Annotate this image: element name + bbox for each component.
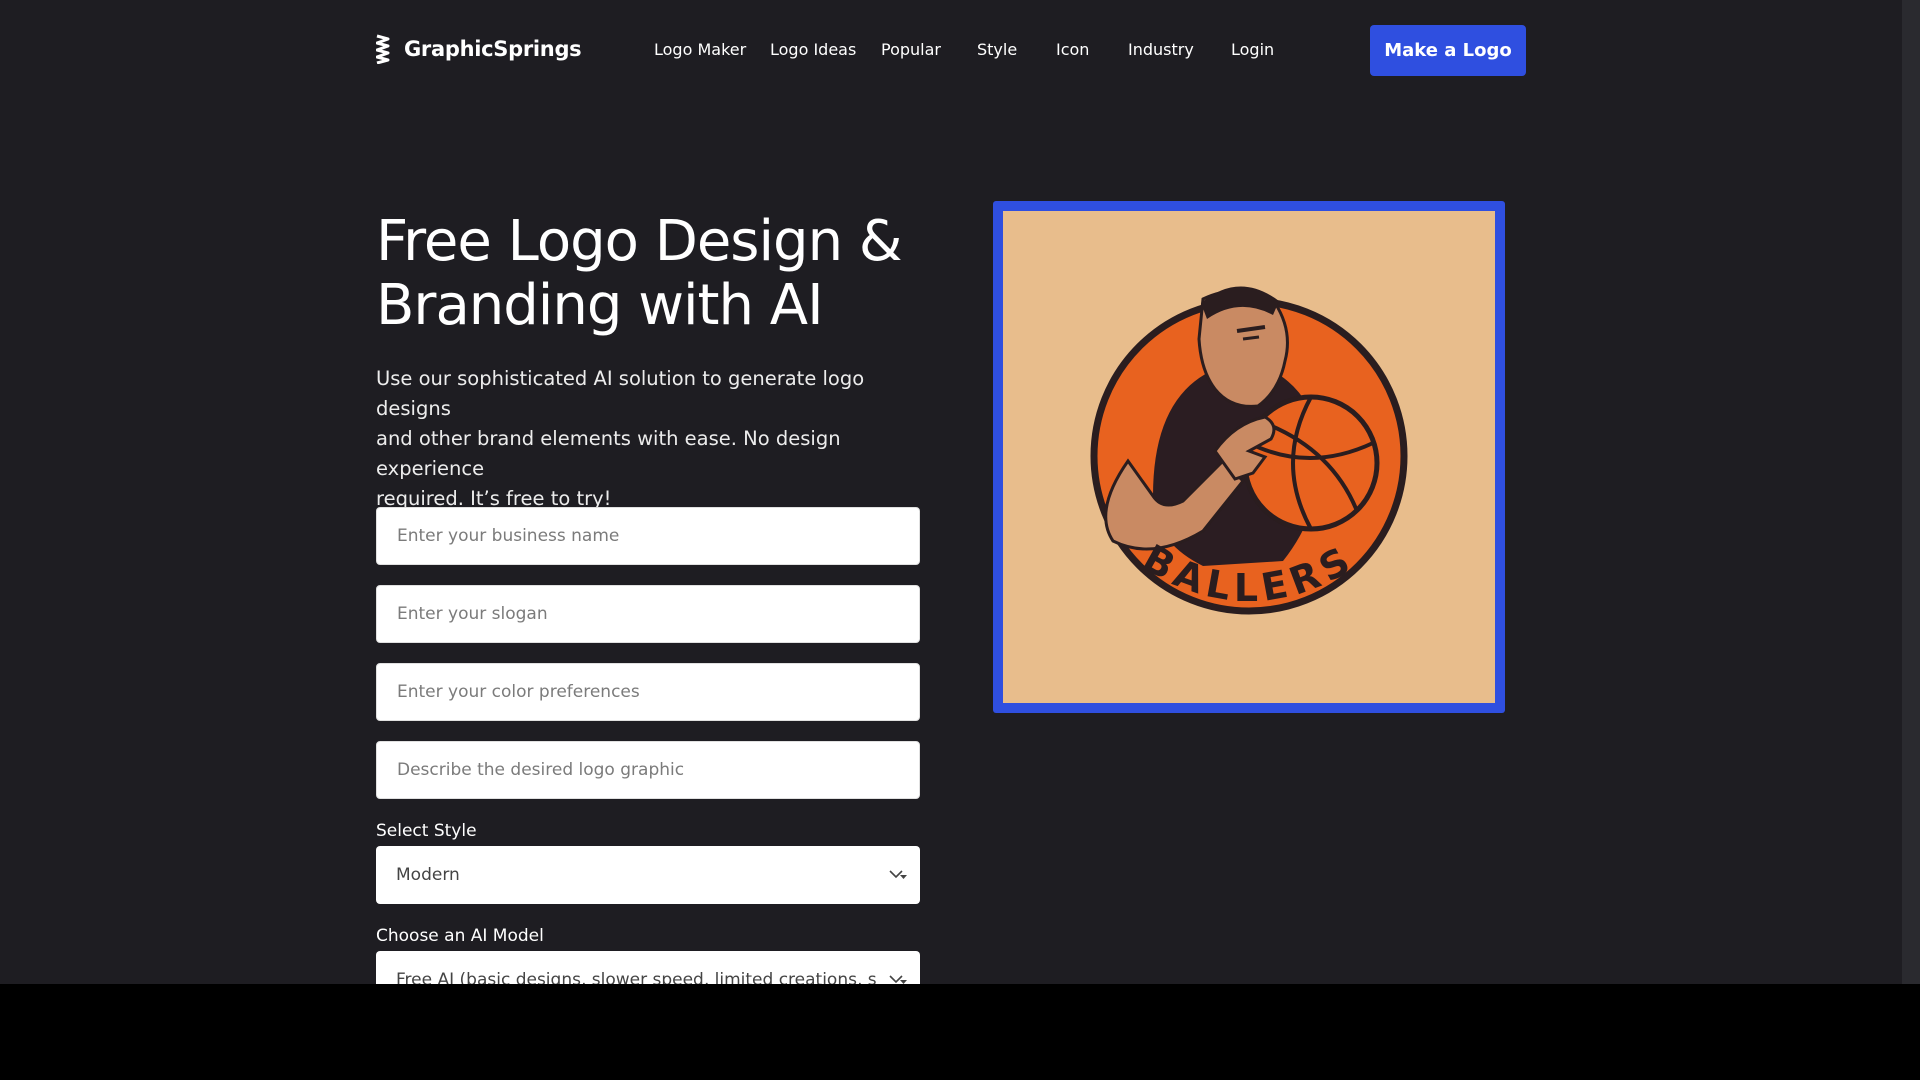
- title-line-2: Branding with AI: [376, 273, 824, 338]
- nav-login[interactable]: Login: [1231, 40, 1274, 59]
- brand-logo[interactable]: GraphicSprings: [376, 34, 582, 64]
- page-title: Free Logo Design & Branding with AI: [376, 210, 936, 338]
- nav-popular[interactable]: Popular: [881, 40, 941, 59]
- scrollbar[interactable]: [1902, 0, 1920, 984]
- hero-subtitle: Use our sophisticated AI solution to gen…: [376, 364, 936, 514]
- slogan-input[interactable]: [376, 585, 920, 643]
- ai-model-select-value: Free AI (basic designs, slower speed, li…: [396, 970, 876, 984]
- subtitle-line-2: and other brand elements with ease. No d…: [376, 427, 841, 480]
- nav-logo-maker[interactable]: Logo Maker: [654, 40, 746, 59]
- business-name-input[interactable]: [376, 507, 920, 565]
- style-select[interactable]: Modern: [376, 846, 920, 904]
- page: GraphicSprings Logo Maker Logo Ideas Pop…: [0, 0, 1902, 984]
- color-preferences-input[interactable]: [376, 663, 920, 721]
- title-line-1: Free Logo Design &: [376, 209, 903, 274]
- nav-industry[interactable]: Industry: [1128, 40, 1194, 59]
- nav-style[interactable]: Style: [977, 40, 1017, 59]
- screen-bottom-band: [0, 984, 1920, 1080]
- graphicsprings-spring-icon: [376, 34, 390, 64]
- subtitle-line-1: Use our sophisticated AI solution to gen…: [376, 367, 865, 420]
- chevron-down-icon: [888, 972, 908, 984]
- style-label: Select Style: [376, 821, 477, 841]
- nav-icon[interactable]: Icon: [1056, 40, 1089, 59]
- ai-model-label: Choose an AI Model: [376, 926, 544, 946]
- chevron-down-icon: [888, 867, 908, 883]
- make-a-logo-button[interactable]: Make a Logo: [1370, 25, 1526, 76]
- logo-preview-card: BALLERS: [993, 201, 1505, 713]
- ai-model-select[interactable]: Free AI (basic designs, slower speed, li…: [376, 951, 920, 984]
- ballers-logo-image: BALLERS: [1003, 211, 1495, 703]
- style-select-value: Modern: [396, 865, 460, 885]
- logo-graphic-input[interactable]: [376, 741, 920, 799]
- nav-logo-ideas[interactable]: Logo Ideas: [770, 40, 856, 59]
- brand-name: GraphicSprings: [404, 37, 582, 61]
